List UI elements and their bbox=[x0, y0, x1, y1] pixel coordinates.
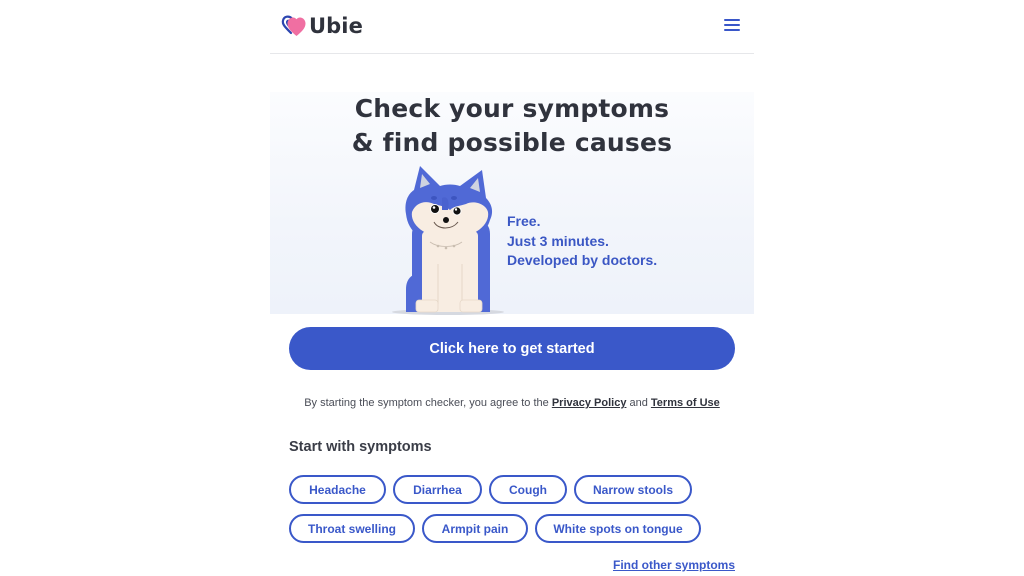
hero-section: Check your symptoms & find possible caus… bbox=[270, 92, 754, 315]
hero-title: Check your symptoms & find possible caus… bbox=[270, 92, 754, 160]
brand-name: Ubie bbox=[309, 14, 363, 38]
heart-logo-icon bbox=[281, 15, 306, 36]
hero-title-line-2: & find possible causes bbox=[351, 128, 673, 157]
terms-of-use-link[interactable]: Terms of Use bbox=[651, 397, 720, 409]
menu-line bbox=[724, 24, 740, 26]
symptom-chip-cough[interactable]: Cough bbox=[489, 475, 567, 504]
chip-row: Throat swelling Armpit pain White spots … bbox=[289, 514, 749, 543]
brand-logo-link[interactable]: Ubie bbox=[281, 14, 363, 38]
tagline-duration: Just 3 minutes. bbox=[507, 232, 609, 249]
symptom-chip-diarrhea[interactable]: Diarrhea bbox=[393, 475, 482, 504]
symptom-chip-throat-swelling[interactable]: Throat swelling bbox=[289, 514, 415, 543]
menu-line bbox=[724, 19, 740, 21]
page-container: Ubie Check your symptoms & find possible… bbox=[270, 0, 754, 576]
tagline-doctors: Developed by doctors. bbox=[507, 252, 658, 268]
symptom-chip-armpit-pain[interactable]: Armpit pain bbox=[422, 514, 528, 543]
dog-mascot-illustration bbox=[392, 166, 504, 315]
consent-text: By starting the symptom checker, you agr… bbox=[270, 397, 754, 409]
get-started-button[interactable]: Click here to get started bbox=[289, 327, 735, 370]
symptom-chip-narrow-stools[interactable]: Narrow stools bbox=[574, 475, 692, 504]
consent-middle: and bbox=[626, 397, 651, 409]
consent-prefix: By starting the symptom checker, you agr… bbox=[304, 397, 552, 409]
symptom-chip-white-spots-on-tongue[interactable]: White spots on tongue bbox=[535, 514, 701, 543]
symptoms-section-title: Start with symptoms bbox=[289, 439, 432, 455]
hero-title-line-1: Check your symptoms bbox=[354, 94, 670, 123]
privacy-policy-link[interactable]: Privacy Policy bbox=[552, 397, 627, 409]
hero-taglines: Free. Just 3 minutes. Developed by docto… bbox=[507, 212, 657, 271]
find-other-symptoms-link[interactable]: Find other symptoms bbox=[613, 558, 735, 572]
site-header: Ubie bbox=[270, 0, 754, 54]
tagline-free: Free. bbox=[507, 213, 541, 229]
chip-row: Headache Diarrhea Cough Narrow stools bbox=[289, 475, 749, 504]
hamburger-menu-button[interactable] bbox=[722, 17, 742, 35]
symptom-chips: Headache Diarrhea Cough Narrow stools Th… bbox=[289, 475, 749, 553]
menu-line bbox=[724, 29, 740, 31]
symptom-chip-headache[interactable]: Headache bbox=[289, 475, 386, 504]
